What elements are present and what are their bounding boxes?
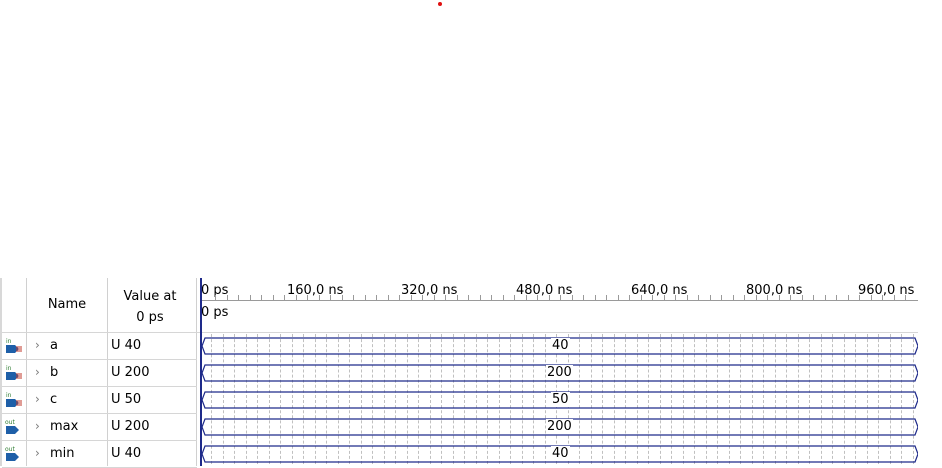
signal-value: U 40 <box>111 446 142 461</box>
signal-value: U 50 <box>111 392 142 407</box>
svg-text:out: out <box>5 419 15 426</box>
signal-value: U 40 <box>111 338 142 353</box>
right-margin <box>918 278 942 466</box>
time-label: 320,0 ns <box>401 283 458 298</box>
marker-dot <box>438 2 442 6</box>
expand-chevron-icon[interactable]: › <box>35 419 40 433</box>
signal-value: U 200 <box>111 365 150 380</box>
time-cursor[interactable] <box>200 278 202 466</box>
bus-value-label: 200 <box>546 419 573 434</box>
expand-chevron-icon[interactable]: › <box>35 392 40 406</box>
bus-value-label: 40 <box>551 446 570 461</box>
signal-name: min <box>50 446 75 461</box>
signal-row[interactable]: in › b U 200 200 <box>2 360 942 387</box>
waveform-panel: Name Value at 0 ps 0 ps 160,0 ns 320,0 ns 4… <box>0 278 942 468</box>
svg-text:out: out <box>5 446 15 453</box>
signal-name: c <box>50 392 58 407</box>
value-column-header[interactable]: Value at 0 ps <box>108 286 192 328</box>
output-pin-icon: out <box>4 445 24 463</box>
name-column-header[interactable]: Name <box>27 297 107 312</box>
expand-chevron-icon[interactable]: › <box>35 365 40 379</box>
input-pin-icon: in <box>4 337 24 355</box>
bus-value-label: 200 <box>546 365 573 380</box>
ruler-baseline <box>200 300 918 301</box>
time-label: 480,0 ns <box>516 283 573 298</box>
value-header-line1: Value at <box>123 289 177 304</box>
bus-value-label: 40 <box>551 338 570 353</box>
signal-row[interactable]: out › max U 200 200 <box>2 414 942 441</box>
signal-name: max <box>50 419 79 434</box>
signal-value: U 200 <box>111 419 150 434</box>
value-header-line2: 0 ps <box>136 310 164 325</box>
svg-text:in: in <box>6 365 12 372</box>
expand-chevron-icon[interactable]: › <box>35 338 40 352</box>
output-pin-icon: out <box>4 418 24 436</box>
signal-row[interactable]: in › c U 50 50 <box>2 387 942 414</box>
time-label: 640,0 ns <box>631 283 688 298</box>
signal-name: b <box>50 365 59 380</box>
svg-text:in: in <box>6 392 12 399</box>
cursor-time-label: 0 ps <box>201 305 229 320</box>
signal-row[interactable]: out › min U 40 40 <box>2 441 942 468</box>
time-label: 800,0 ns <box>746 283 803 298</box>
signal-row[interactable]: in › a U 40 40 <box>2 333 942 360</box>
signal-name: a <box>50 338 58 353</box>
input-pin-icon: in <box>4 391 24 409</box>
input-pin-icon: in <box>4 364 24 382</box>
svg-text:in: in <box>6 338 12 345</box>
bus-value-label: 50 <box>551 392 570 407</box>
expand-chevron-icon[interactable]: › <box>35 446 40 460</box>
